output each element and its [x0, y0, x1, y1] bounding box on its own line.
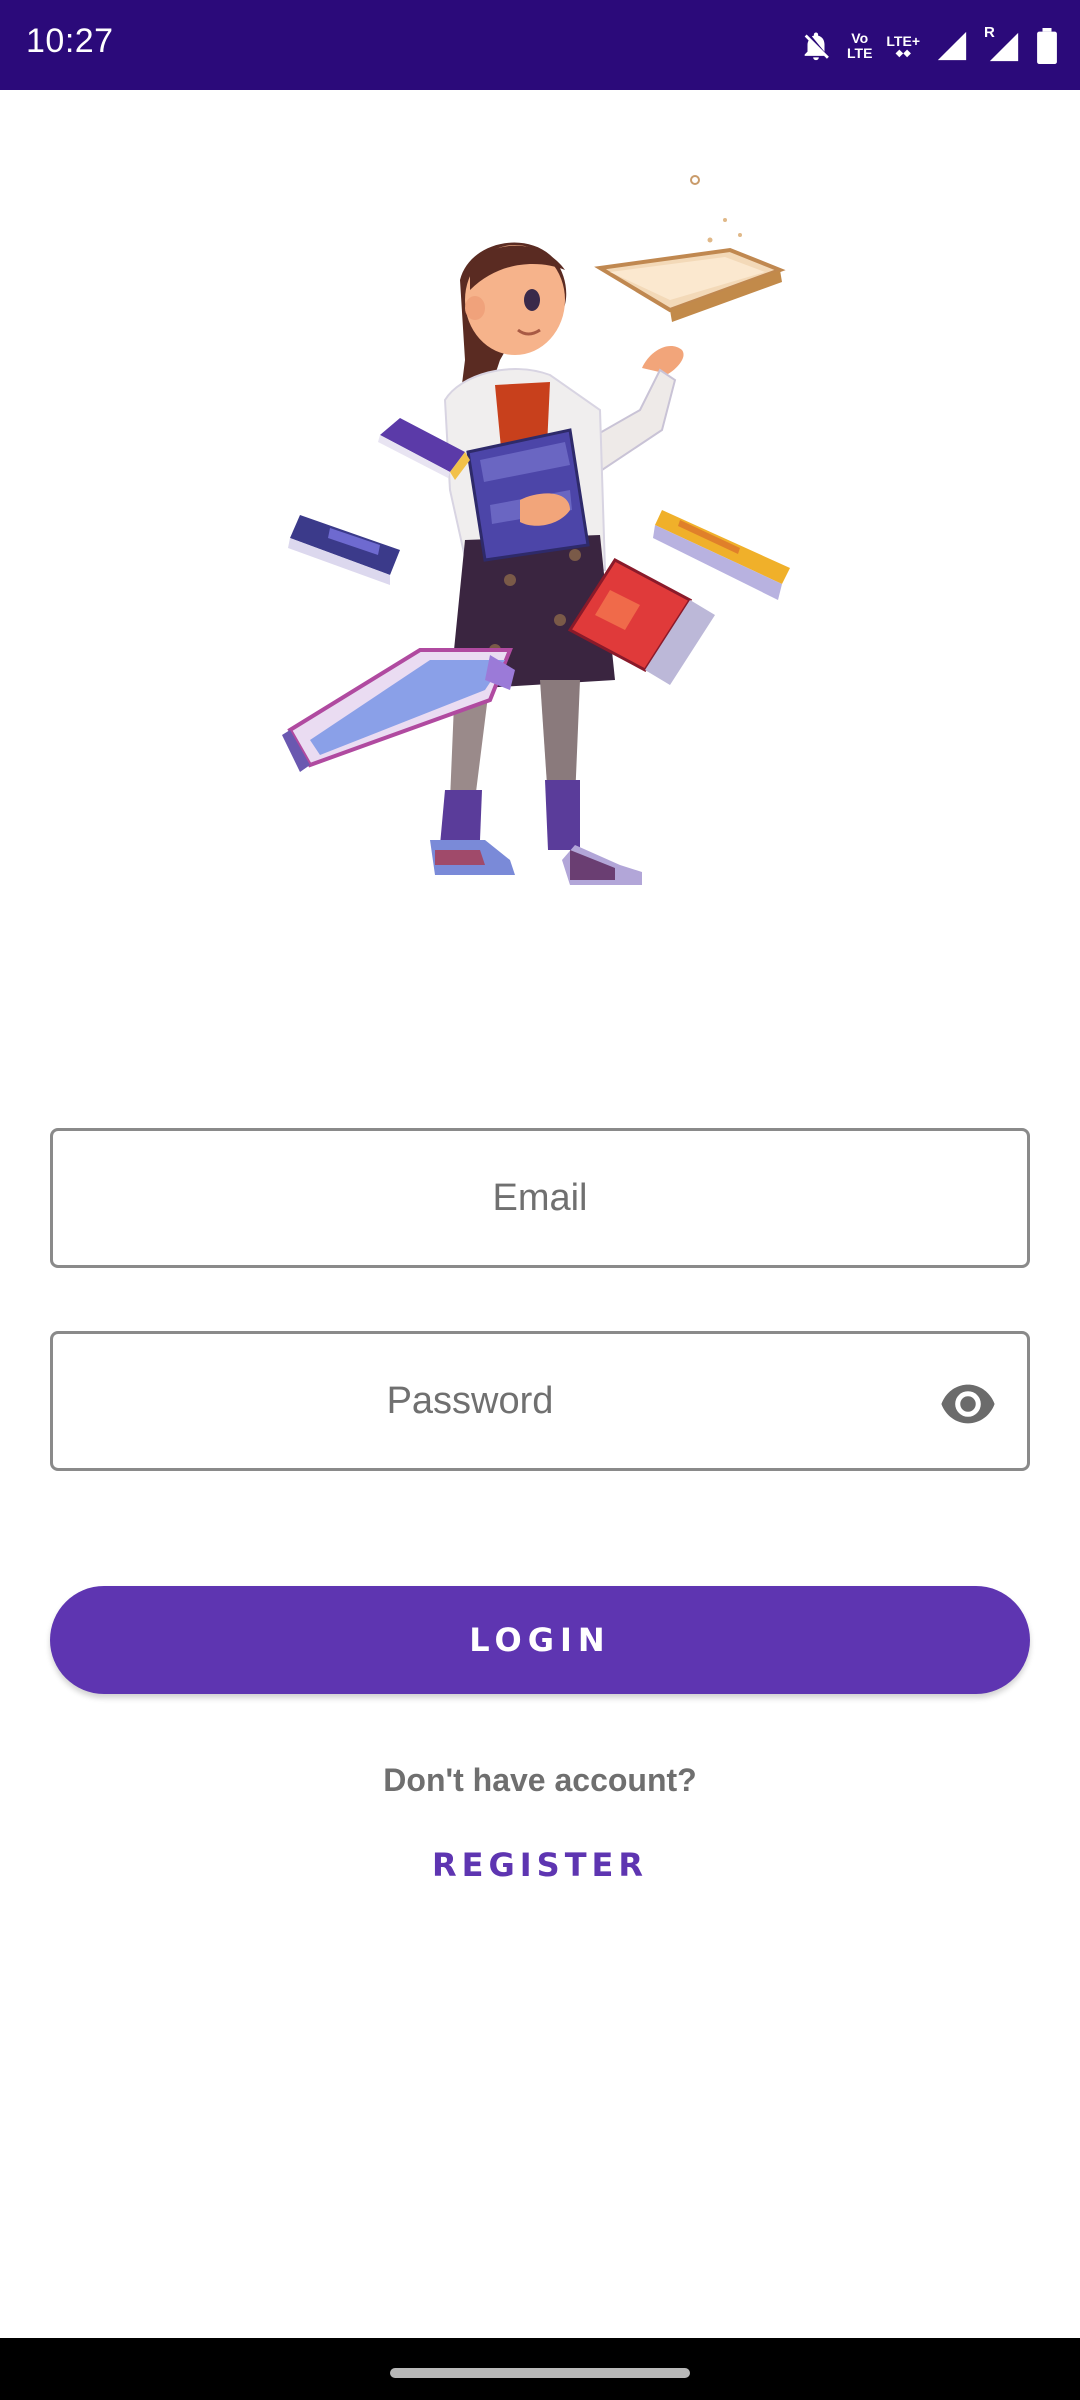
battery-icon [1037, 28, 1057, 64]
login-button[interactable]: LOGIN [50, 1586, 1030, 1694]
lte-plus-icon: LTE+ ◆◆ [886, 32, 920, 59]
girl-with-books-illustration [282, 175, 790, 885]
volte-bottom-label: LTE [847, 45, 873, 61]
password-field-container [50, 1331, 1030, 1471]
email-field-container [50, 1128, 1030, 1268]
yellow-book-right [653, 510, 790, 600]
lte-label: LTE+ [886, 32, 920, 49]
eye-icon [941, 1384, 995, 1424]
password-input[interactable] [53, 1334, 1027, 1468]
book-in-arms [466, 428, 590, 562]
notifications-off-icon [804, 32, 829, 61]
signal-icon [937, 31, 967, 61]
toggle-password-visibility-button[interactable] [937, 1376, 999, 1432]
status-icons: Vo LTE LTE+ ◆◆ R [799, 24, 1058, 66]
no-account-text: Don't have account? [383, 1762, 697, 1798]
roaming-signal-icon: R [984, 24, 1022, 64]
volte-top-label: Vo [851, 30, 869, 46]
status-time: 10:27 [26, 22, 114, 60]
register-link[interactable]: REGISTER [390, 1846, 690, 1884]
volte-icon: Vo LTE [847, 31, 872, 61]
status-bar: 10:27 Vo LTE LTE+ ◆◆ R [0, 0, 1080, 90]
small-book-left [288, 515, 400, 585]
home-indicator[interactable] [390, 2368, 690, 2378]
open-book-top [594, 247, 786, 322]
email-input[interactable] [53, 1131, 1027, 1265]
